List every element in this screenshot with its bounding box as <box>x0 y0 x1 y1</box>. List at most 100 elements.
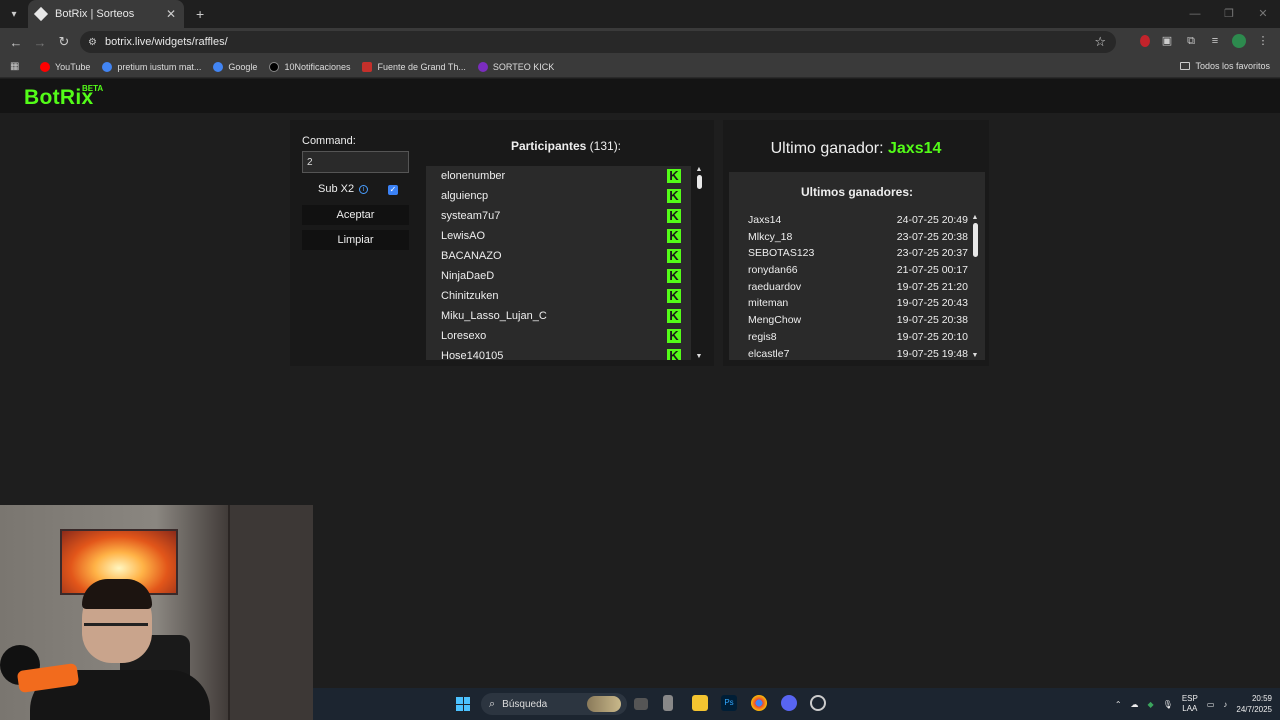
last-winner-name: Jaxs14 <box>888 140 942 157</box>
system-tray: ⌃ ☁ ◆ 🎙 ESP LAA ▭ ♪ 20:59 24/7/2025 <box>1115 688 1272 720</box>
kick-icon: K <box>667 289 681 303</box>
participant-row: elonenumber K <box>426 166 691 186</box>
discord-icon[interactable] <box>781 695 797 711</box>
sub-x2-row: Sub X2 i <box>318 183 369 195</box>
youtube-icon <box>40 61 50 72</box>
winners-scrollbar[interactable]: ▲ ▼ <box>971 214 979 359</box>
kick-icon: K <box>667 169 681 183</box>
scroll-thumb[interactable] <box>972 223 978 257</box>
scroll-thumb[interactable] <box>696 175 702 189</box>
forward-icon[interactable]: → <box>28 35 52 50</box>
info-icon[interactable]: i <box>359 184 369 194</box>
flash-icon <box>362 61 373 72</box>
back-icon[interactable]: ← <box>4 35 28 50</box>
window-close-icon[interactable]: ✕ <box>1246 0 1280 28</box>
bookmark-star-icon[interactable]: ☆ <box>1094 34 1106 50</box>
tray-chevron-icon[interactable]: ⌃ <box>1115 700 1122 709</box>
scroll-up-icon[interactable]: ▲ <box>695 166 703 173</box>
browser-menu-icon[interactable]: ⋮ <box>1256 34 1270 48</box>
lang-layout: LAA <box>1182 704 1198 713</box>
taskbar-search[interactable]: ⌕ Búsqueda <box>481 693 627 715</box>
tab-close-icon[interactable]: ✕ <box>166 7 176 21</box>
participant-name: Miku_Lasso_Lujan_C <box>441 310 547 322</box>
bookmark-google[interactable]: Google <box>213 61 258 72</box>
new-tab-icon[interactable]: + <box>196 6 204 22</box>
folder-icon <box>1180 62 1191 70</box>
extensions-puzzle-icon[interactable]: ⧉ <box>1184 34 1198 48</box>
command-label: Command: <box>302 135 356 147</box>
site-info-icon[interactable]: ⚙ <box>88 37 97 48</box>
winner-row: regis8 19-07-25 20:10 <box>748 331 968 348</box>
clock-time: 20:59 <box>1251 694 1272 703</box>
tab-search-icon[interactable]: ▾ <box>0 0 28 28</box>
participant-row: NinjaDaeD K <box>426 266 691 286</box>
participant-name: alguiencp <box>441 190 489 202</box>
address-toolbar: ← → ↻ ⚙ botrix.live/widgets/raffles/ ☆ ▣… <box>0 28 1280 56</box>
bookmark-pretium[interactable]: pretium iustum mat... <box>102 61 202 72</box>
task-view-icon[interactable] <box>634 698 648 710</box>
winner-date: 19-07-25 20:43 <box>896 297 968 310</box>
participants-list[interactable]: elonenumber K alguiencp K systeam7u7 K Lewi… <box>426 166 691 360</box>
photoshop-icon[interactable]: Ps <box>721 695 737 711</box>
tab-botrix[interactable]: BotRix | Sorteos ✕ <box>28 0 184 28</box>
minimize-icon[interactable]: — <box>1178 0 1212 28</box>
extension-red-icon[interactable] <box>1140 35 1150 47</box>
command-input[interactable] <box>302 151 409 173</box>
sub-x2-checkbox[interactable]: ✓ <box>388 185 398 195</box>
chrome-icon[interactable] <box>751 695 767 711</box>
last-winner-label: Ultimo ganador: <box>770 140 884 157</box>
scroll-up-icon[interactable]: ▲ <box>971 214 979 221</box>
windows-start-icon[interactable] <box>456 697 470 711</box>
maximize-icon[interactable]: ❐ <box>1212 0 1246 28</box>
participant-row: Loresexo K <box>426 326 691 346</box>
bookmark-label: Google <box>228 61 258 72</box>
taskbar-clock[interactable]: 20:59 24/7/2025 <box>1236 693 1272 715</box>
reload-icon[interactable]: ↻ <box>52 34 76 50</box>
volume-icon[interactable]: ♪ <box>1223 700 1227 709</box>
scroll-down-icon[interactable]: ▼ <box>971 352 979 359</box>
media-controls-icon[interactable]: ≡ <box>1208 34 1222 48</box>
extensions-area: ▣ ⧉ ≡ ⋮ <box>1140 34 1270 48</box>
onedrive-icon[interactable]: ☁ <box>1131 700 1139 709</box>
winner-name: MengChow <box>748 314 802 327</box>
extension-box-icon[interactable]: ▣ <box>1160 34 1174 48</box>
bookmark-x-notifications[interactable]: 10Notificaciones <box>269 61 350 72</box>
scroll-down-icon[interactable]: ▼ <box>695 353 703 360</box>
participant-name: Loresexo <box>441 330 487 342</box>
bookmark-youtube[interactable]: YouTube <box>40 61 90 72</box>
winner-date: 23-07-25 20:38 <box>896 230 968 243</box>
tray-app-icon[interactable]: ◆ <box>1148 700 1154 709</box>
site-header: BotRix BETA <box>0 79 1280 113</box>
apps-grid-icon[interactable]: ▦ <box>10 61 28 72</box>
winner-date: 19-07-25 21:20 <box>896 280 968 293</box>
clear-button[interactable]: Limpiar <box>302 230 409 250</box>
url-bar[interactable]: ⚙ botrix.live/widgets/raffles/ ☆ <box>80 31 1116 53</box>
winner-row: raeduardov 19-07-25 21:20 <box>748 281 968 298</box>
participant-name: systeam7u7 <box>441 210 501 222</box>
kick-icon: K <box>667 309 681 323</box>
bookmark-label: pretium iustum mat... <box>117 61 202 72</box>
all-bookmarks[interactable]: Todos los favoritos <box>1180 61 1270 71</box>
bookmark-grand-theft[interactable]: Fuente de Grand Th... <box>362 61 466 72</box>
winner-row: MengChow 19-07-25 20:38 <box>748 314 968 331</box>
winner-row: miteman 19-07-25 20:43 <box>748 297 968 314</box>
last-winner: Ultimo ganador: Jaxs14 <box>723 140 989 158</box>
language-indicator[interactable]: ESP LAA <box>1182 694 1198 714</box>
participants-scrollbar[interactable]: ▲ ▼ <box>695 166 703 360</box>
winner-date: 19-07-25 20:38 <box>896 314 968 327</box>
search-icon: ⌕ <box>489 697 496 710</box>
winners-list[interactable]: Jaxs14 24-07-25 20:49 Mlkcy_18 23-07-25 20… <box>748 214 968 360</box>
winner-row: elcastle7 19-07-25 19:48 <box>748 348 968 361</box>
tab-favicon-icon <box>33 6 49 22</box>
network-icon[interactable]: ▭ <box>1207 700 1215 709</box>
app-circle-icon[interactable] <box>810 695 826 711</box>
winner-date: 19-07-25 20:10 <box>896 330 968 343</box>
file-explorer-icon[interactable] <box>692 695 708 711</box>
mic-icon[interactable]: 🎙 <box>1163 700 1173 709</box>
app-generic-icon[interactable] <box>663 695 673 711</box>
winner-name: elcastle7 <box>748 347 790 360</box>
bookmark-sorteo-kick[interactable]: SORTEO KICK <box>477 61 554 72</box>
search-highlight-icon <box>587 696 621 712</box>
accept-button[interactable]: Aceptar <box>302 205 409 225</box>
profile-avatar-icon[interactable] <box>1232 34 1246 48</box>
